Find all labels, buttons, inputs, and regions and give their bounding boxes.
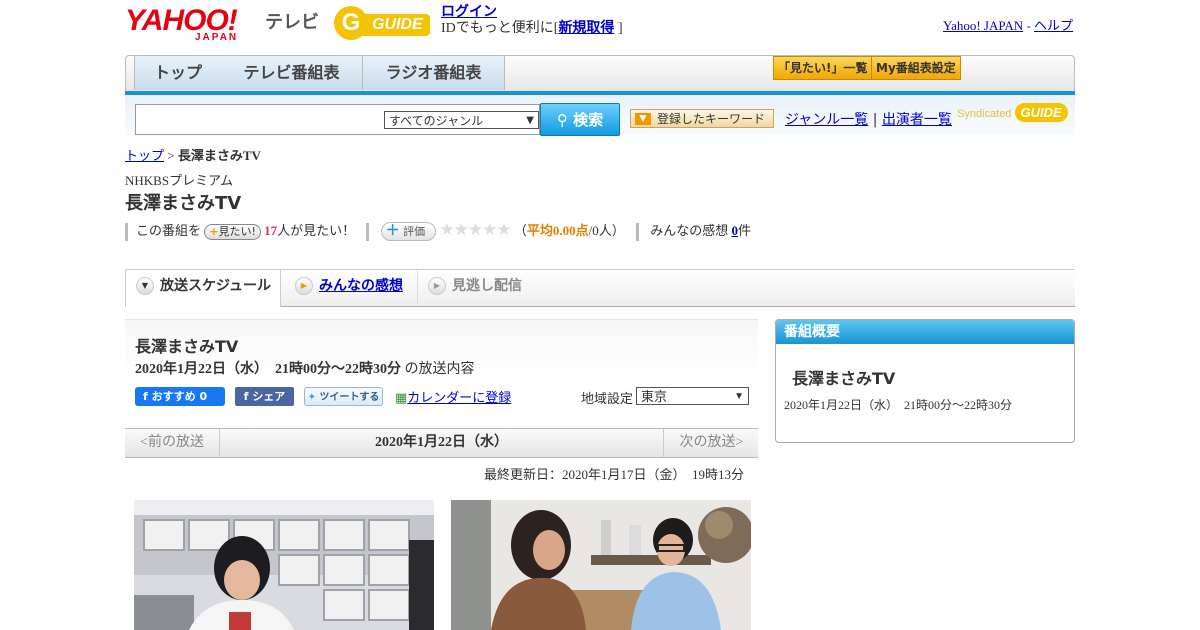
twitter-bird-icon: ✦	[307, 392, 316, 403]
prev-broadcast-button[interactable]: <前の放送	[125, 429, 220, 457]
rating-button[interactable]: ＋ 評価	[380, 222, 437, 241]
next-broadcast-button[interactable]: 次の放送>	[663, 429, 759, 457]
tab-schedule[interactable]: ▼ 放送スケジュール	[125, 270, 281, 307]
syndicated-logo: Syndicated GUIDE	[957, 103, 1068, 122]
dropdown-arrow-icon: ▼	[635, 113, 651, 125]
breadcrumb: トップ > 長澤まさみTV	[125, 148, 261, 163]
calendar-register-link[interactable]: カレンダーに登録	[407, 390, 511, 405]
region-label: 地域設定	[581, 391, 634, 406]
summary-heading: 番組概要	[776, 320, 1074, 344]
summary-title: 長澤まさみTV	[792, 369, 896, 388]
search-links: ジャンル一覧 | 出演者一覧	[785, 112, 952, 128]
page-title: 長澤まさみTV	[125, 193, 242, 214]
tab-impressions[interactable]: ▶ みんなの感想	[295, 270, 403, 305]
performer-list-link[interactable]: 出演者一覧	[882, 112, 952, 128]
facebook-recommend-button[interactable]: f おすすめ 0	[135, 387, 225, 406]
plus-icon: ＋	[385, 223, 400, 239]
yahoo-japan-logo[interactable]: YAHOO! JAPAN テレビ	[125, 6, 325, 44]
registered-keyword-button[interactable]: ▼ 登録したキーワード	[630, 109, 774, 128]
dropdown-arrow-icon: ▼	[526, 115, 534, 126]
login-link[interactable]: ログイン	[441, 5, 497, 20]
station-name: NHKBSプレミアム	[125, 173, 234, 188]
facebook-icon: f	[243, 390, 249, 403]
my-schedule-button[interactable]: My番組表設定	[871, 56, 961, 80]
mitai-count: 17	[264, 223, 278, 238]
broadcast-date-nav: <前の放送 2020年1月22日（水） 次の放送>	[125, 428, 758, 458]
photo-2-image	[451, 500, 751, 630]
summary-datetime: 2020年1月22日（水） 21時00分～22時30分	[784, 398, 1013, 412]
chevron-down-icon: ▼	[136, 277, 154, 295]
top-right-links: Yahoo! JAPAN - ヘルプ	[943, 18, 1074, 33]
tweet-button[interactable]: ✦ ツイートする	[304, 387, 383, 406]
gguide-logo: GUIDE G	[334, 6, 434, 42]
login-area: ログイン IDでもっと便利に[新規取得 ]	[441, 5, 623, 36]
tab-missed-stream[interactable]: ▶ 見逃し配信	[417, 270, 522, 305]
gguide-g-icon: G	[334, 6, 368, 40]
genre-list-link[interactable]: ジャンル一覧	[785, 112, 868, 128]
main-nav: トップ テレビ番組表 ラジオ番組表 「見たい!」一覧 My番組表設定	[125, 55, 1075, 92]
rating-stars: ★★★★★	[439, 220, 511, 239]
program-photo-1	[134, 500, 434, 630]
rating-average: 平均0.00点	[526, 223, 589, 238]
search-button[interactable]: ⚲ 検索	[540, 103, 620, 136]
calendar-register: ▦カレンダーに登録	[395, 387, 511, 406]
mitai-list-button[interactable]: 「見たい!」一覧	[773, 56, 873, 80]
register-link[interactable]: 新規取得	[558, 21, 614, 36]
program-summary-panel: 番組概要 長澤まさみTV 2020年1月22日（水） 21時00分～22時30分	[775, 319, 1075, 443]
photo-1-image	[134, 500, 434, 630]
facebook-icon: f	[143, 390, 148, 403]
magnifier-icon: ⚲	[556, 111, 568, 129]
schedule-title: 長澤まさみTV	[135, 337, 239, 356]
nav-tab-radio-schedule[interactable]: ラジオ番組表	[363, 56, 505, 90]
dropdown-arrow-icon: ▼	[734, 391, 744, 402]
schedule-datetime: 2020年1月22日（水） 21時00分～22時30分 の放送内容	[135, 362, 475, 377]
program-tabs: ▼ 放送スケジュール ▶ みんなの感想 ▶ 見逃し配信	[125, 269, 1075, 307]
program-photo-2	[451, 500, 751, 630]
nav-tab-top[interactable]: トップ	[134, 56, 222, 90]
yahoo-japan-link[interactable]: Yahoo! JAPAN	[943, 18, 1023, 33]
breadcrumb-top-link[interactable]: トップ	[125, 148, 164, 163]
chevron-right-icon: ▶	[428, 277, 446, 295]
nav-tab-tv-schedule[interactable]: テレビ番組表	[221, 56, 363, 90]
program-stats: この番組を +見たい! 17人が見たい！ ＋ 評価 ★★★★★ （平均0.00点…	[125, 220, 751, 242]
chevron-right-icon: ▶	[295, 277, 313, 295]
region-select[interactable]: 東京 ▼	[636, 387, 749, 405]
genre-select[interactable]: すべてのジャンル ▼	[384, 111, 539, 129]
last-updated: 最終更新日：2020年1月17日（金） 19時13分	[484, 467, 745, 482]
breadcrumb-current: 長澤まさみTV	[177, 148, 261, 163]
help-link[interactable]: ヘルプ	[1034, 18, 1073, 33]
calendar-add-icon: ▦	[395, 390, 408, 405]
mitai-button[interactable]: +見たい!	[204, 224, 261, 240]
facebook-share-button[interactable]: f シェア	[235, 387, 294, 406]
current-broadcast-date: 2020年1月22日（水）	[375, 435, 508, 450]
